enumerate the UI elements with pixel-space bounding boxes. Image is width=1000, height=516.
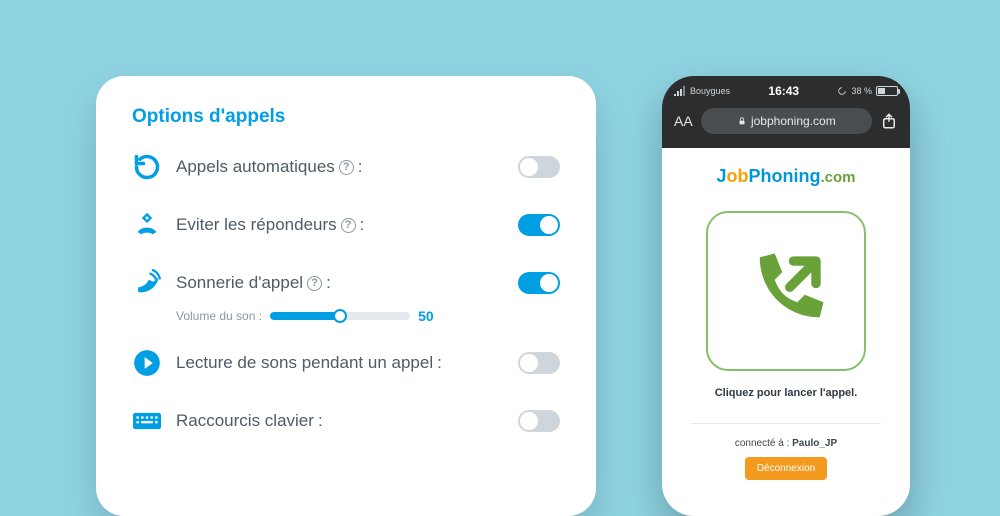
brand-ph: Phoning: [749, 166, 821, 186]
colon: :: [326, 273, 331, 293]
help-icon[interactable]: ?: [339, 160, 354, 175]
battery-icon: [876, 86, 898, 96]
colon: :: [437, 353, 442, 373]
status-right: 38 %: [837, 86, 898, 96]
option-text: Appels automatiques: [176, 157, 335, 177]
toggle-avoid-answerers[interactable]: [518, 214, 560, 236]
brand-logo: JobPhoning.com: [676, 166, 896, 187]
colon: :: [318, 411, 323, 431]
brand-com: .com: [820, 169, 855, 186]
brand-j: J: [716, 166, 726, 186]
clock: 16:43: [730, 84, 837, 98]
status-bar: Bouygues 16:43 38 %: [674, 84, 898, 98]
phone-chrome: Bouygues 16:43 38 % AA jobphoning.com: [662, 76, 910, 148]
colon: :: [360, 215, 365, 235]
option-text: Sonnerie d'appel: [176, 273, 303, 293]
brand-ob: ob: [727, 166, 749, 186]
call-options-card: Options d'appels Appels automatiques ? :…: [96, 76, 596, 516]
volume-value: 50: [418, 308, 434, 324]
option-label: Raccourcis clavier :: [176, 411, 323, 431]
phone-content: JobPhoning.com Cliquez pour lancer l'app…: [662, 148, 910, 480]
battery-pct: 38 %: [851, 86, 872, 96]
orientation-lock-icon: [837, 86, 847, 96]
option-label: Sonnerie d'appel ? :: [176, 273, 331, 293]
help-icon[interactable]: ?: [341, 218, 356, 233]
connected-user: Paulo_JP: [792, 438, 837, 449]
card-title: Options d'appels: [132, 106, 560, 128]
option-text: Raccourcis clavier: [176, 411, 314, 431]
share-icon[interactable]: [880, 112, 898, 130]
ringing-phone-icon: [132, 268, 162, 298]
option-play-sounds: Lecture de sons pendant un appel :: [132, 348, 560, 378]
toggle-play-sounds[interactable]: [518, 352, 560, 374]
option-label: Eviter les répondeurs ? :: [176, 215, 364, 235]
option-text: Lecture de sons pendant un appel: [176, 353, 433, 373]
connected-status: connecté à : Paulo_JP: [676, 438, 896, 449]
logout-button[interactable]: Déconnexion: [745, 457, 827, 480]
browser-urlbar: AA jobphoning.com: [674, 108, 898, 134]
option-kb-shortcuts: Raccourcis clavier :: [132, 406, 560, 436]
avoid-answer-icon: [132, 210, 162, 240]
option-text: Eviter les répondeurs: [176, 215, 337, 235]
keyboard-icon: [132, 406, 162, 436]
text-size-icon[interactable]: AA: [674, 113, 693, 129]
toggle-auto-calls[interactable]: [518, 156, 560, 178]
option-label: Appels automatiques ? :: [176, 157, 363, 177]
outgoing-call-icon: [741, 246, 831, 336]
connected-prefix: connecté à :: [735, 438, 792, 449]
divider: [691, 423, 880, 424]
volume-label: Volume du son :: [176, 309, 262, 323]
lock-icon: [737, 116, 747, 126]
option-label: Lecture de sons pendant un appel :: [176, 353, 442, 373]
colon: :: [358, 157, 363, 177]
option-avoid-answerers: Eviter les répondeurs ? :: [132, 210, 560, 240]
toggle-kb-shortcuts[interactable]: [518, 410, 560, 432]
url-text: jobphoning.com: [751, 114, 836, 128]
signal-icon: [674, 86, 686, 96]
option-ringtone: Sonnerie d'appel ? :: [132, 268, 560, 298]
help-icon[interactable]: ?: [307, 276, 322, 291]
phone-mockup: Bouygues 16:43 38 % AA jobphoning.com Jo…: [662, 76, 910, 516]
refresh-icon: [132, 152, 162, 182]
option-auto-calls: Appels automatiques ? :: [132, 152, 560, 182]
volume-row: Volume du son : 50: [176, 308, 560, 324]
play-icon: [132, 348, 162, 378]
volume-slider[interactable]: [270, 312, 410, 320]
call-hint: Cliquez pour lancer l'appel.: [676, 387, 896, 399]
address-bar[interactable]: jobphoning.com: [701, 108, 872, 134]
toggle-ringtone[interactable]: [518, 272, 560, 294]
carrier-label: Bouygues: [690, 86, 730, 96]
launch-call-button[interactable]: [706, 211, 866, 371]
